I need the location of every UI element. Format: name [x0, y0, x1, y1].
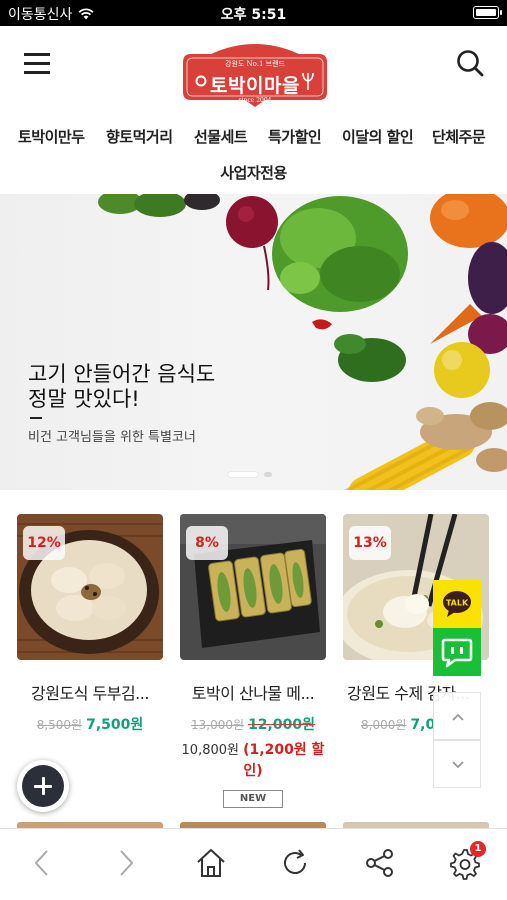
brand-logo[interactable]: 강원도 No.1 브랜드 토박이마을 since 2004	[181, 40, 329, 108]
logo-name: 토박이마을	[210, 75, 300, 97]
product-list: 12% 강원도식 두부김... 8,500원 7,500원 8% 토박이 산나물…	[0, 514, 507, 824]
category-nav: 토박이만두 향토먹거리 선물세트 특가할인 이달의 할인 단체주문 사업자전용	[0, 122, 507, 192]
search-icon	[457, 50, 484, 77]
chat-bubble-icon	[441, 638, 473, 668]
member-price-info: 10,800원 (1,200원 할인)	[180, 740, 326, 782]
scroll-top-button[interactable]	[433, 692, 481, 740]
product-title[interactable]: 토박이 산나물 메...	[180, 680, 326, 704]
discount-badge: 13%	[349, 526, 391, 560]
add-button[interactable]	[17, 760, 69, 812]
refresh-button[interactable]	[277, 845, 313, 881]
kakao-talk-icon: TALK	[443, 591, 471, 617]
member-discount: (1,200원 할인)	[243, 742, 325, 779]
chevron-up-icon	[452, 713, 464, 721]
home-icon	[197, 849, 225, 877]
product-card[interactable]: 12% 강원도식 두부김... 8,500원 7,500원	[17, 514, 163, 734]
pagination-dot[interactable]	[264, 472, 272, 477]
app-screen: 이동통신사 오후 5:51 강원도 No.1 브랜드 토박이마을 since 2…	[0, 0, 507, 900]
forward-button[interactable]	[108, 845, 144, 881]
product-prices: 13,000원 12,000원	[180, 714, 326, 734]
product-image[interactable]: 12%	[17, 514, 163, 660]
hero-banner[interactable]: 고기 안들어간 음식도 정말 맛있다! 비건 고객님들을 위한 특별코너	[0, 194, 507, 490]
plus-icon	[22, 765, 64, 807]
nav-item-gift-sets[interactable]: 선물세트	[194, 126, 248, 147]
chat-button[interactable]	[433, 628, 481, 676]
nav-item-special-sale[interactable]: 특가할인	[268, 126, 322, 147]
kakao-label: TALK	[446, 599, 469, 608]
kakaotalk-button[interactable]: TALK	[433, 580, 481, 628]
status-bar: 이동통신사 오후 5:51	[0, 0, 507, 26]
discount-badge: 8%	[186, 526, 228, 560]
sale-price: 7,500원	[86, 717, 144, 733]
product-prices: 8,500원 7,500원	[17, 714, 163, 734]
hamburger-menu-button[interactable]	[24, 52, 52, 76]
sale-price: 12,000원	[248, 717, 315, 733]
product-title[interactable]: 강원도식 두부김...	[17, 680, 163, 704]
battery-icon	[473, 6, 502, 19]
banner-subline: 비건 고객님들을 위한 특별코너	[28, 430, 196, 445]
top-header: 강원도 No.1 브랜드 토박이마을 since 2004	[0, 26, 507, 118]
pagination-dot-active[interactable]	[228, 472, 258, 477]
banner-pagination	[228, 472, 272, 477]
nav-item-group-order[interactable]: 단체주문	[432, 126, 486, 147]
product-card[interactable]: 8% 토박이 산나물 메... 13,000원 12,000원 10,800원 (…	[180, 514, 326, 808]
nav-item-tobagi-mandu[interactable]: 토박이만두	[18, 126, 85, 147]
logo-since: since 2004	[238, 97, 272, 104]
chevron-right-icon	[120, 850, 134, 876]
new-tag: NEW	[223, 790, 283, 808]
search-button[interactable]	[455, 48, 487, 80]
share-icon	[366, 849, 393, 877]
back-button[interactable]	[24, 845, 60, 881]
chevron-left-icon	[34, 850, 48, 876]
member-price: 10,800원	[181, 743, 239, 758]
home-button[interactable]	[193, 845, 229, 881]
notification-badge: 1	[470, 841, 486, 857]
original-price: 8,500원	[36, 718, 83, 732]
product-image[interactable]: 8%	[180, 514, 326, 660]
banner-divider	[30, 417, 42, 419]
chevron-down-icon	[452, 761, 464, 769]
original-price: 8,000원	[361, 718, 407, 732]
bottom-toolbar: 1	[0, 828, 507, 900]
sale-price: 7,0	[410, 717, 436, 733]
original-price: 13,000원	[191, 718, 245, 732]
clock: 오후 5:51	[220, 7, 287, 23]
banner-headline: 고기 안들어간 음식도 정말 맛있다!	[28, 362, 216, 411]
nav-item-monthly-discount[interactable]: 이달의 할인	[342, 126, 414, 147]
vegetables-image	[98, 194, 507, 490]
nav-item-local-food[interactable]: 향토먹거리	[106, 126, 173, 147]
settings-button[interactable]: 1	[446, 841, 486, 881]
refresh-icon	[284, 849, 306, 874]
share-button[interactable]	[362, 845, 398, 881]
discount-badge: 12%	[23, 526, 65, 560]
scroll-bottom-button[interactable]	[433, 740, 481, 788]
logo-tagline: 강원도 No.1 브랜드	[225, 60, 285, 68]
nav-item-business-only[interactable]: 사업자전용	[220, 164, 287, 182]
